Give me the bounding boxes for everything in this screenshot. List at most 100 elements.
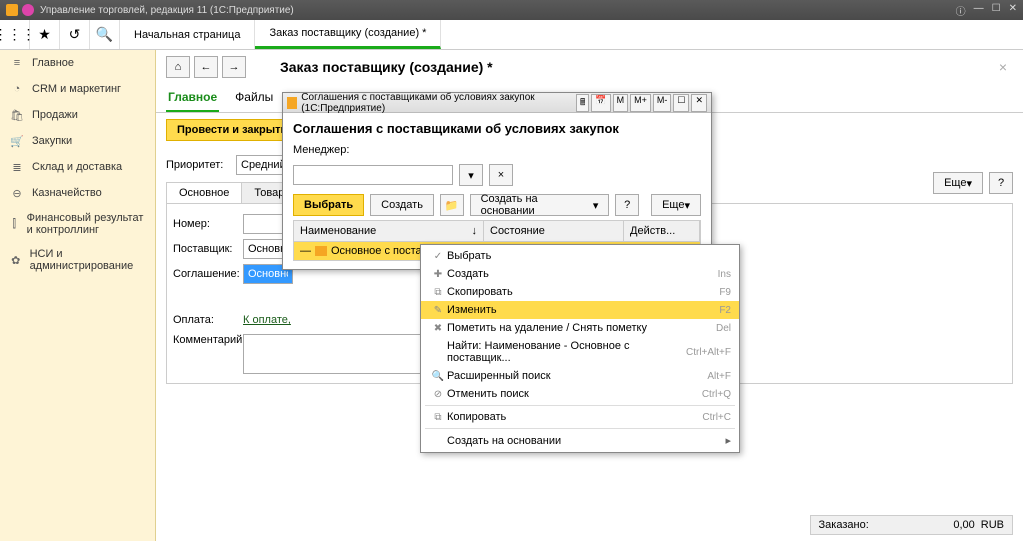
sidebar-item-finance[interactable]: ⫿Финансовый результат и контроллинг	[0, 206, 155, 242]
search-icon[interactable]: 🔍	[90, 20, 120, 49]
check-icon: ✓	[429, 251, 447, 262]
home-icon[interactable]: ⌂	[166, 56, 190, 78]
sidebar-item-sales[interactable]: 🛍Продажи	[0, 102, 155, 128]
document-tab-files[interactable]: Файлы	[233, 84, 275, 112]
col-state[interactable]: Состояние	[484, 221, 624, 241]
dialog-title: Соглашения с поставщиками об условиях за…	[301, 92, 576, 114]
ctx-create[interactable]: ✚СоздатьIns	[421, 265, 739, 283]
ctx-create-based[interactable]: Создать на основании▸	[421, 431, 739, 450]
dialog-more-button[interactable]: Еще ▾	[651, 194, 701, 216]
tab-order[interactable]: Заказ поставщику (создание) *	[255, 20, 441, 49]
col-valid[interactable]: Действ...	[624, 221, 700, 241]
app-icon	[6, 4, 18, 16]
cart-icon: 🛒	[10, 134, 24, 148]
manager-select[interactable]	[293, 165, 453, 185]
priority-label: Приоритет:	[166, 159, 236, 171]
window-controls: ⓘ — ☐ ✕	[956, 3, 1017, 18]
dlg-m[interactable]: M	[613, 94, 629, 112]
app-icon-2	[22, 4, 34, 16]
col-name[interactable]: Наименование ↓	[294, 221, 484, 241]
close-document-icon[interactable]: ×	[993, 59, 1013, 75]
search-icon: 🔍	[429, 371, 447, 382]
close-icon[interactable]: ✕	[1009, 3, 1017, 18]
folder-icon	[315, 246, 327, 256]
currency-label: RUB	[981, 519, 1004, 531]
ctx-copy[interactable]: ⧉СкопироватьF9	[421, 283, 739, 301]
x-icon: ✖	[429, 323, 447, 334]
agreement-label: Соглашение:	[173, 268, 243, 280]
dlg-mplus[interactable]: M+	[630, 94, 651, 112]
manager-dropdown-button[interactable]: ▾	[459, 164, 483, 186]
number-label: Номер:	[173, 218, 243, 230]
dialog-heading: Соглашения с поставщиками об условиях за…	[293, 121, 701, 136]
minimize-icon[interactable]: —	[974, 3, 984, 18]
ctx-find[interactable]: Найти: Наименование - Основное с поставщ…	[421, 337, 739, 367]
navigation-sidebar: ≡Главное ◔CRM и маркетинг 🛍Продажи 🛒Заку…	[0, 50, 156, 541]
dlg-close-icon[interactable]: ✕	[691, 94, 707, 112]
sidebar-item-warehouse[interactable]: ≣Склад и доставка	[0, 154, 155, 180]
back-icon[interactable]: ←	[194, 56, 218, 78]
maximize-icon[interactable]: ☐	[992, 3, 1001, 18]
folder-button[interactable]: 📁	[440, 194, 464, 216]
dlg-restore-icon[interactable]: ☐	[673, 94, 689, 112]
bag-icon: 🛍	[10, 108, 24, 122]
dialog-help-button[interactable]: ?	[615, 194, 639, 216]
tab-start-page[interactable]: Начальная страница	[120, 20, 255, 49]
chevron-right-icon: ▸	[725, 434, 731, 447]
comment-input[interactable]	[243, 334, 443, 374]
bars-icon: ⫿	[10, 217, 19, 231]
sidebar-item-main[interactable]: ≡Главное	[0, 50, 155, 76]
sidebar-item-purchases[interactable]: 🛒Закупки	[0, 128, 155, 154]
ctx-edit[interactable]: ✎ИзменитьF2	[421, 301, 739, 319]
window-title: Управление торговлей, редакция 11 (1С:Пр…	[40, 5, 294, 16]
top-toolbar: ⋮⋮⋮ ★ ↺ 🔍 Начальная страница Заказ поста…	[0, 20, 1023, 50]
manager-clear-button[interactable]: ×	[489, 164, 513, 186]
create-button[interactable]: Создать	[370, 194, 434, 216]
payment-link[interactable]: К оплате,	[243, 314, 291, 326]
create-based-button[interactable]: Создать на основании ▾	[470, 194, 610, 216]
window-titlebar: Управление торговлей, редакция 11 (1С:Пр…	[0, 0, 1023, 20]
history-icon[interactable]: ↺	[60, 20, 90, 49]
menu-icon: ≡	[10, 56, 24, 70]
stack-icon: ≣	[10, 160, 24, 174]
sidebar-item-treasury[interactable]: ⊖Казначейство	[0, 180, 155, 206]
pencil-icon: ✎	[429, 305, 447, 316]
context-menu: ✓Выбрать ✚СоздатьIns ⧉СкопироватьF9 ✎Изм…	[420, 244, 740, 453]
dlg-cal-icon[interactable]: 📅	[591, 94, 610, 112]
ctx-clipboard-copy[interactable]: ⧉КопироватьCtrl+C	[421, 408, 739, 426]
ctx-cancel-search[interactable]: ⊘Отменить поискCtrl+Q	[421, 385, 739, 403]
star-icon[interactable]: ★	[30, 20, 60, 49]
manager-label: Менеджер:	[293, 144, 349, 156]
payment-label: Оплата:	[173, 314, 243, 326]
info-icon[interactable]: ⓘ	[956, 3, 966, 18]
status-bar: Заказано: 0,00 RUB	[810, 515, 1013, 535]
forward-icon[interactable]: →	[222, 56, 246, 78]
more-button[interactable]: Еще ▾	[933, 172, 983, 194]
copy-icon: ⧉	[429, 287, 447, 298]
separator	[425, 428, 735, 429]
ctx-mark-delete[interactable]: ✖Пометить на удаление / Снять пометкуDel	[421, 319, 739, 337]
plus-icon: ✚	[429, 269, 447, 280]
help-button[interactable]: ?	[989, 172, 1013, 194]
select-button[interactable]: Выбрать	[293, 194, 364, 216]
dlg-mminus[interactable]: M-	[653, 94, 672, 112]
pie-icon: ◔	[10, 82, 24, 96]
document-title: Заказ поставщику (создание) *	[280, 59, 493, 75]
ordered-label: Заказано:	[819, 519, 869, 531]
post-and-close-button[interactable]: Провести и закрыть	[166, 119, 298, 141]
document-tab-main[interactable]: Главное	[166, 84, 219, 112]
separator	[425, 405, 735, 406]
apps-icon[interactable]: ⋮⋮⋮	[0, 20, 30, 49]
supplier-label: Поставщик:	[173, 243, 243, 255]
ctx-adv-search[interactable]: 🔍Расширенный поискAlt+F	[421, 367, 739, 385]
sidebar-item-admin[interactable]: ✿НСИ и администрирование	[0, 242, 155, 278]
ctx-select[interactable]: ✓Выбрать	[421, 247, 739, 265]
ordered-value: 0,00	[875, 519, 975, 531]
dialog-icon	[287, 97, 297, 109]
dlg-calc-icon[interactable]: 🖩	[576, 94, 589, 112]
gear-icon: ✿	[10, 253, 22, 267]
cancel-icon: ⊘	[429, 389, 447, 400]
minus-icon: —	[300, 245, 311, 257]
inner-tab-main[interactable]: Основное	[167, 183, 242, 203]
sidebar-item-crm[interactable]: ◔CRM и маркетинг	[0, 76, 155, 102]
